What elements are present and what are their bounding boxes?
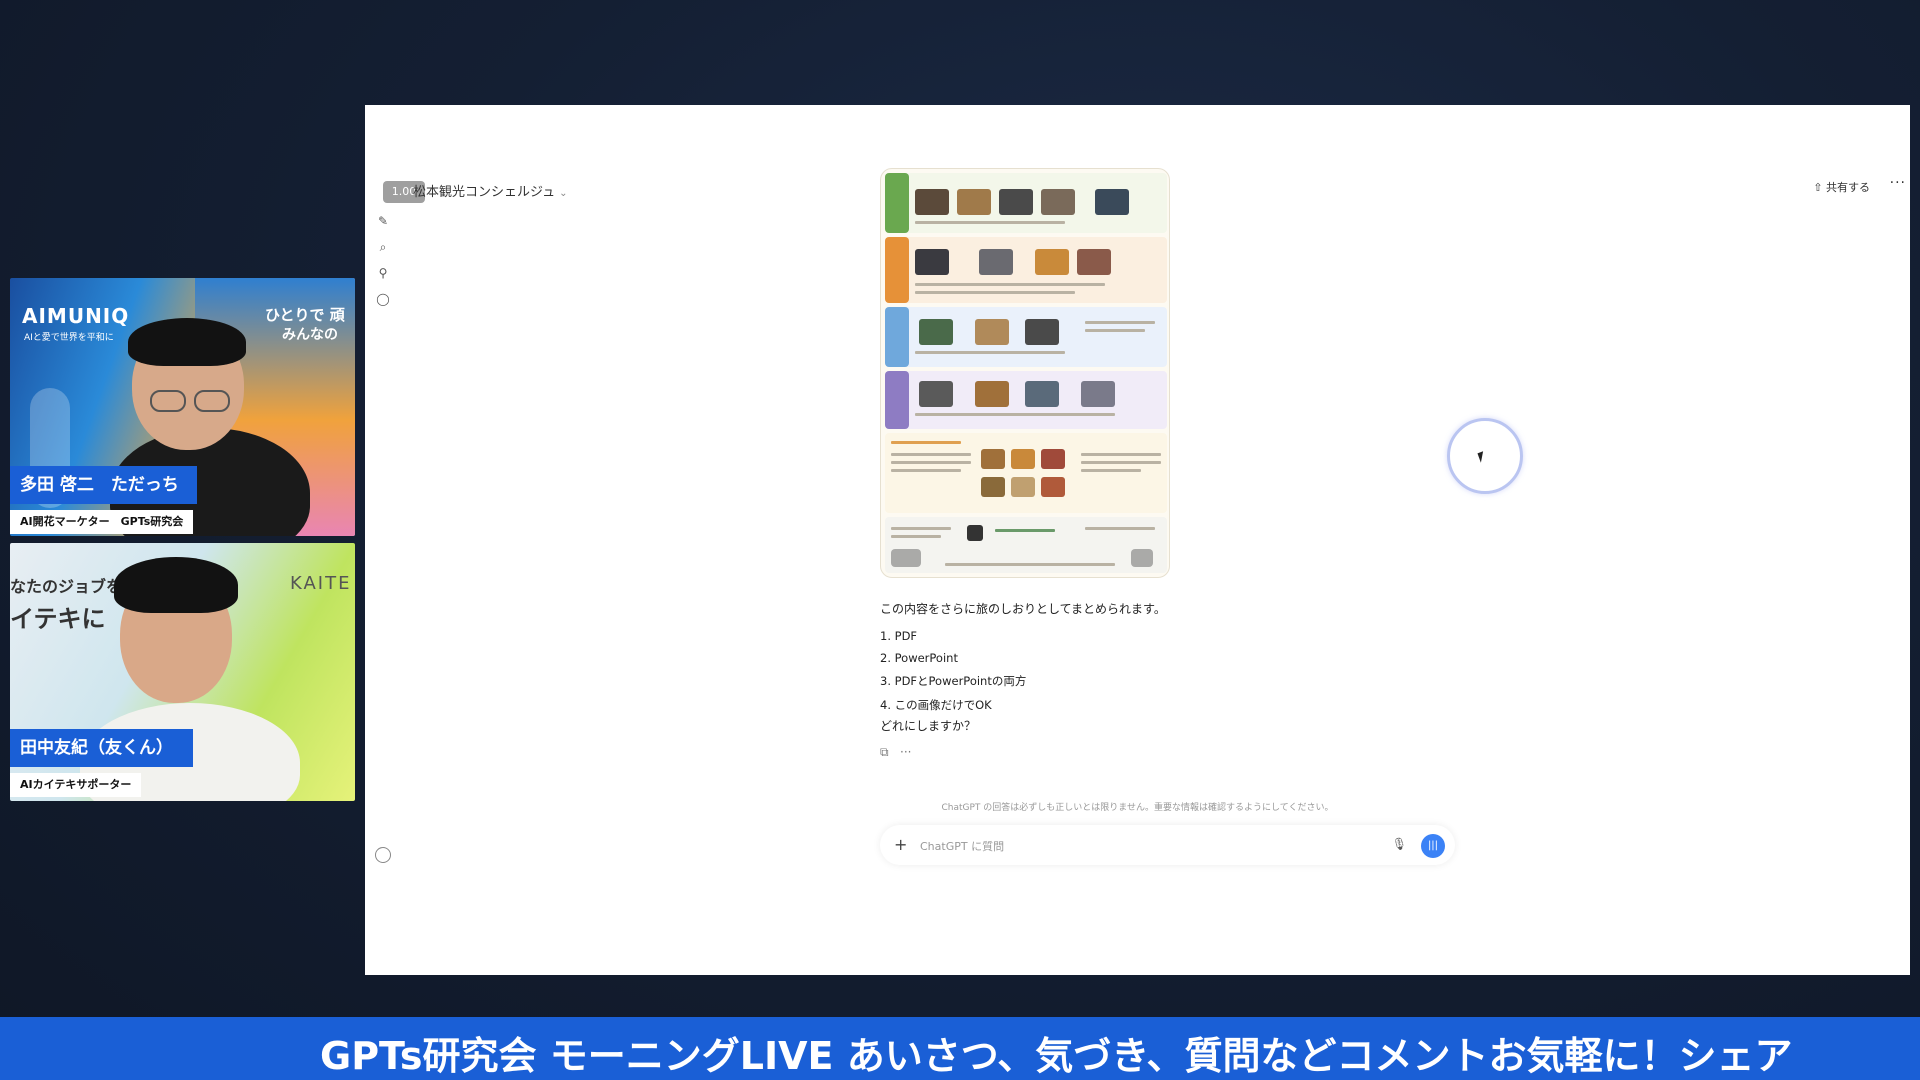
option-item: 2. PowerPoint (880, 651, 958, 665)
pin-icon[interactable]: ⚲ (375, 265, 391, 281)
participant-name: 多田 啓二 ただっち (10, 466, 197, 504)
background-tagline-2: みんなの (282, 327, 338, 343)
assistant-message-intro: この内容をさらに旅のしおりとしてまとめられます。 (880, 602, 1166, 616)
message-actions: ⧉ ··· (880, 745, 911, 760)
edit-image-button[interactable] (891, 549, 921, 567)
itinerary-day-4 (885, 371, 1167, 429)
webcam-panel-2: なたのジョブを イテキに KAITE 田中友紀（友くん） AIカイテキサポーター (10, 543, 355, 801)
shared-screen: 1.00 松本観光コンシェルジュ ⌄ ✎ ⌕ ⚲ ◯ ⇧ 共有する ··· この… (365, 105, 1910, 975)
itinerary-day-2 (885, 237, 1167, 303)
option-item: 1. PDF (880, 629, 918, 643)
help-icon[interactable] (375, 847, 391, 863)
gpt-title-label: 松本観光コンシェルジュ (413, 185, 556, 200)
glasses-icon (150, 390, 186, 412)
itinerary-day-1 (885, 173, 1167, 233)
download-image-button[interactable] (1131, 549, 1153, 567)
search-icon[interactable]: ⌕ (375, 239, 391, 255)
share-label: 共有する (1826, 181, 1870, 194)
microphone-icon[interactable]: 🎙 (1392, 837, 1407, 851)
options-list: 1. PDF 2. PowerPoint 3. PDFとPowerPointの両… (880, 629, 1026, 721)
participant-name: 田中友紀（友くん） (10, 729, 193, 767)
chat-input[interactable]: ChatGPT に質問 (920, 838, 1004, 854)
news-ticker: GPTs研究会 モーニングLIVE あいさつ、気づき、質問などコメントお気軽に！… (0, 1017, 1920, 1080)
itinerary-day-3 (885, 307, 1167, 367)
webcam-panel-1: AIMUNIQ AIと愛で世界を平和に ひとりで 頑 みんなの 多田 啓二 ただ… (10, 278, 355, 536)
copy-icon[interactable]: ⧉ (880, 745, 889, 759)
itinerary-food-section (885, 433, 1167, 513)
chat-bubble-icon[interactable]: ◯ (375, 291, 391, 307)
voice-mode-button[interactable]: ||| (1421, 834, 1445, 858)
gpt-title[interactable]: 松本観光コンシェルジュ ⌄ (413, 181, 567, 200)
brand-subtitle: AIと愛で世界を平和に (24, 333, 114, 343)
background-tagline: ひとりで 頑 (265, 306, 345, 324)
background-text: なたのジョブを (10, 577, 123, 596)
background-text-2: イテキに (10, 605, 106, 633)
plus-icon[interactable]: + (894, 835, 907, 854)
share-button[interactable]: ⇧ 共有する (1813, 179, 1870, 195)
more-actions-icon[interactable]: ··· (900, 745, 911, 759)
sidebar-icons: ✎ ⌕ ⚲ ◯ (375, 213, 395, 317)
background-brand: KAITE (290, 573, 352, 594)
edit-icon[interactable]: ✎ (375, 213, 391, 229)
brand-logo-text: AIMUNIQ (22, 304, 130, 328)
assistant-question: どれにしますか？ (880, 719, 977, 733)
participant-role: AI開花マーケター GPTs研究会 (10, 510, 194, 534)
disclaimer: ChatGPT の回答は必ずしも正しいとは限りません。重要な情報は確認するように… (941, 803, 1334, 813)
chevron-down-icon: ⌄ (559, 188, 568, 199)
participant-role: AIカイテキサポーター (10, 773, 142, 797)
ticker-text: GPTs研究会 モーニングLIVE あいさつ、気づき、質問などコメントお気軽に！… (320, 1034, 1793, 1078)
itinerary-map-section (885, 517, 1167, 573)
chat-composer[interactable]: + ChatGPT に質問 🎙 ||| (880, 825, 1455, 865)
option-item: 4. この画像だけでOK (880, 698, 992, 712)
option-item: 3. PDFとPowerPointの両方 (880, 674, 1027, 688)
itinerary-image[interactable] (880, 168, 1170, 578)
more-options-icon[interactable]: ··· (1890, 175, 1906, 191)
